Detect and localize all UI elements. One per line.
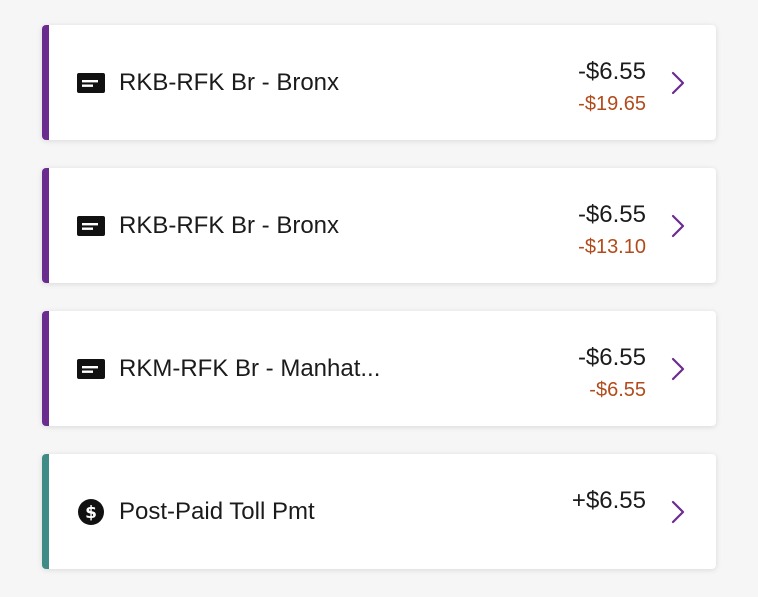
accent-bar bbox=[42, 454, 49, 569]
transaction-card[interactable]: $ Post-Paid Toll Pmt +$6.55 bbox=[42, 454, 716, 569]
running-balance: -$6.55 bbox=[589, 379, 646, 401]
transaction-amount: -$6.55 bbox=[577, 58, 646, 85]
transaction-card[interactable]: RKM-RFK Br - Manhat... -$6.55 -$6.55 bbox=[42, 311, 716, 426]
transaction-amount: +$6.55 bbox=[571, 487, 646, 514]
transaction-list: RKB-RFK Br - Bronx -$6.55 -$19.65 RKB-RF… bbox=[42, 25, 716, 597]
running-balance: -$13.10 bbox=[578, 236, 646, 258]
chevron-right-icon[interactable] bbox=[670, 70, 686, 96]
running-balance: -$19.65 bbox=[578, 93, 646, 115]
chevron-right-icon[interactable] bbox=[670, 499, 686, 525]
transaction-card[interactable]: RKB-RFK Br - Bronx -$6.55 -$19.65 bbox=[42, 25, 716, 140]
transaction-amounts: -$6.55 -$6.55 bbox=[577, 344, 646, 402]
transaction-title: RKM-RFK Br - Manhat... bbox=[119, 354, 381, 382]
transaction-amount: -$6.55 bbox=[577, 201, 646, 228]
transaction-title: RKB-RFK Br - Bronx bbox=[119, 211, 340, 239]
transaction-amounts: -$6.55 -$19.65 bbox=[577, 58, 646, 116]
transaction-card[interactable]: RKB-RFK Br - Bronx -$6.55 -$13.10 bbox=[42, 168, 716, 283]
dollar-circle-icon: $ bbox=[77, 498, 105, 526]
transaction-amounts: -$6.55 -$13.10 bbox=[577, 201, 646, 259]
transaction-title: RKB-RFK Br - Bronx bbox=[119, 68, 340, 96]
transaction-amounts: +$6.55 bbox=[572, 488, 646, 514]
chevron-right-icon[interactable] bbox=[670, 213, 686, 239]
toll-tag-icon bbox=[77, 69, 105, 97]
transaction-amount: -$6.55 bbox=[577, 344, 646, 371]
transaction-title: Post-Paid Toll Pmt bbox=[119, 497, 315, 525]
accent-bar bbox=[42, 25, 49, 140]
accent-bar bbox=[42, 311, 49, 426]
toll-tag-icon bbox=[77, 212, 105, 240]
accent-bar bbox=[42, 168, 49, 283]
chevron-right-icon[interactable] bbox=[670, 356, 686, 382]
toll-tag-icon bbox=[77, 355, 105, 383]
